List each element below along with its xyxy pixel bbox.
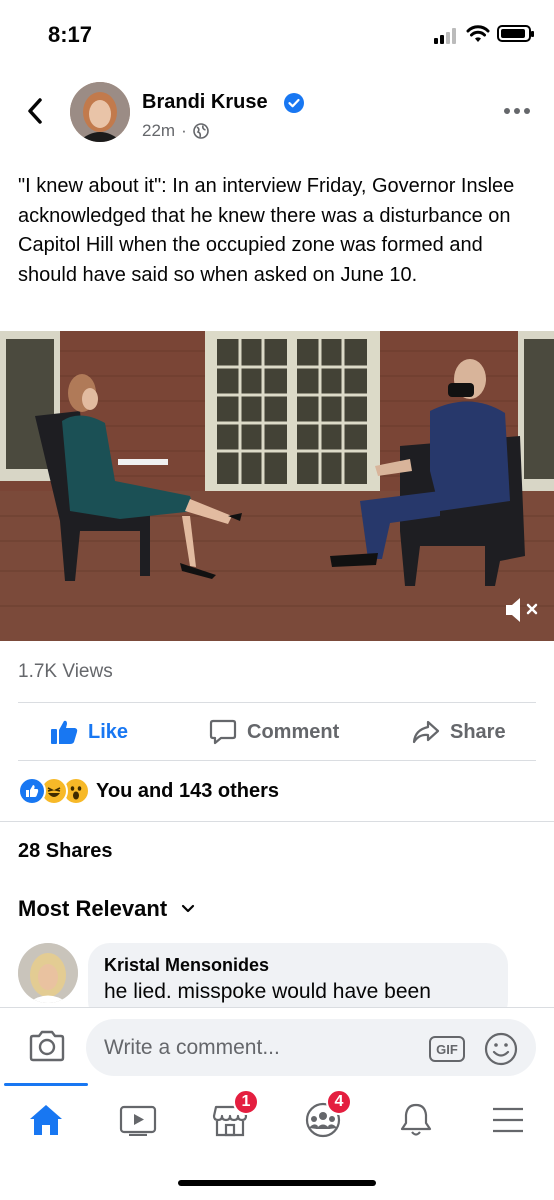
post-time[interactable]: 22m (142, 121, 175, 141)
author-avatar[interactable] (70, 82, 130, 142)
post-meta: 22m · (142, 121, 209, 141)
comment-item: Kristal Mensonides he lied. misspoke wou… (18, 943, 536, 1023)
video-player[interactable] (0, 331, 554, 641)
back-arrow-icon (28, 98, 42, 124)
video-frame (0, 331, 554, 641)
wifi-icon (466, 25, 490, 42)
bottom-tab-bar: 1 4 (0, 1083, 554, 1153)
menu-icon (493, 1107, 523, 1133)
tab-watch[interactable] (113, 1095, 163, 1145)
post-text: "I knew about it": In an interview Frida… (18, 175, 515, 286)
tab-home[interactable] (21, 1095, 71, 1145)
camera-icon[interactable] (28, 1030, 66, 1062)
like-reaction-icon (18, 777, 46, 805)
like-label: Like (88, 720, 129, 743)
battery-icon (497, 25, 534, 42)
comment-input[interactable] (86, 1019, 536, 1076)
comment-sort-dropdown[interactable]: Most Relevant (18, 896, 195, 922)
back-button[interactable] (18, 94, 52, 128)
post-actions: Like Comment Share (0, 704, 554, 760)
globe-icon (192, 123, 209, 139)
emoji-icon[interactable] (484, 1032, 518, 1066)
status-bar: 8:17 (0, 0, 554, 70)
divider (0, 821, 554, 822)
watch-icon (119, 1105, 157, 1136)
commenter-avatar[interactable] (18, 943, 78, 1003)
comment-label: Comment (247, 720, 340, 743)
home-indicator (178, 1180, 376, 1186)
tab-marketplace[interactable]: 1 (205, 1089, 259, 1145)
share-count[interactable]: 28 Shares (18, 840, 113, 863)
commenter-name[interactable]: Kristal Mensonides (104, 955, 492, 976)
author-name[interactable]: Brandi Kruse (142, 91, 268, 114)
reaction-icons (18, 777, 90, 805)
comment-text: he lied. misspoke would have been (104, 980, 431, 1003)
status-time: 8:17 (48, 22, 93, 47)
volume-muted-icon[interactable] (502, 590, 542, 630)
divider (18, 760, 536, 761)
groups-badge: 4 (326, 1089, 352, 1115)
active-tab-indicator (4, 1083, 88, 1086)
comment-button[interactable]: Comment (209, 704, 339, 760)
chevron-down-icon (182, 904, 195, 913)
more-options-button[interactable] (504, 104, 532, 118)
meta-separator: · (181, 121, 187, 140)
divider (18, 702, 536, 703)
reactions-text: You and 143 others (96, 779, 280, 802)
post-header: Brandi Kruse 22m · (0, 82, 554, 144)
verified-badge-icon (284, 93, 304, 113)
home-icon (30, 1105, 62, 1135)
reactions-summary[interactable]: You and 143 others (18, 777, 279, 805)
share-button[interactable]: Share (412, 704, 506, 760)
comment-composer: GIF (0, 1007, 554, 1083)
tab-groups[interactable]: 4 (298, 1089, 352, 1145)
sort-label: Most Relevant (18, 896, 168, 921)
tab-menu[interactable] (483, 1095, 533, 1145)
share-label: Share (450, 720, 506, 743)
view-count: 1.7K Views (18, 661, 113, 682)
comment-bubble-icon (209, 719, 237, 745)
cellular-signal-icon (434, 28, 460, 44)
tab-notifications[interactable] (391, 1095, 441, 1145)
share-arrow-icon (412, 720, 440, 744)
marketplace-badge: 1 (233, 1089, 259, 1115)
like-button[interactable]: Like (50, 704, 128, 760)
notifications-bell-icon (400, 1103, 432, 1136)
gif-button[interactable]: GIF (429, 1036, 465, 1062)
thumbs-up-icon (51, 720, 78, 744)
